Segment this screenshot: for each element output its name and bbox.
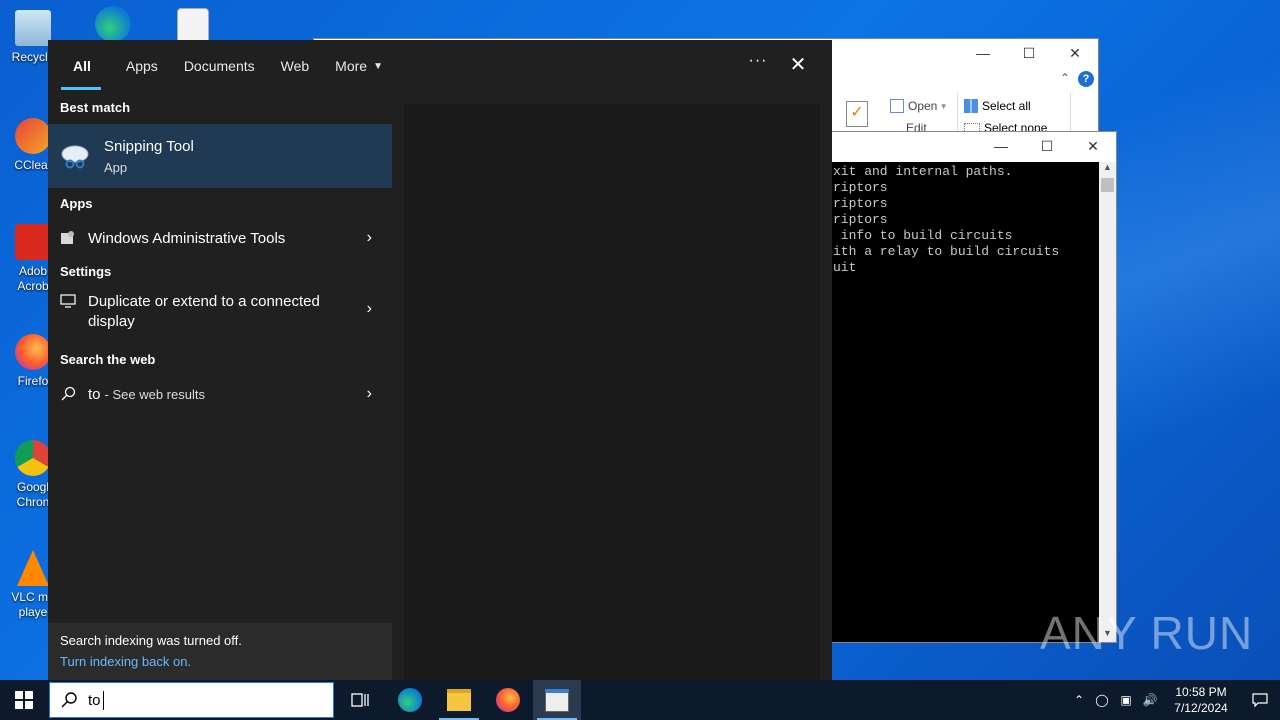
- apps-heading: Apps: [60, 196, 93, 211]
- system-tray: ⌃ ◯ ▣ 🔊 10:58 PM 7/12/2024: [1068, 680, 1280, 720]
- display-icon: [48, 288, 88, 308]
- taskbar-firefox[interactable]: [484, 680, 532, 720]
- settings-result-label: Duplicate or extend to a connected displ…: [88, 293, 320, 330]
- start-button[interactable]: [0, 680, 48, 720]
- close-search-button[interactable]: ✕: [784, 52, 812, 80]
- vlc-icon: [17, 550, 49, 586]
- chevron-right-icon[interactable]: ›: [367, 229, 372, 247]
- turn-indexing-on-link[interactable]: Turn indexing back on.: [60, 654, 191, 669]
- tab-more[interactable]: More ▼: [322, 40, 396, 92]
- search-web-heading: Search the web: [60, 352, 156, 367]
- settings-result-item[interactable]: Duplicate or extend to a connected displ…: [48, 288, 392, 336]
- search-tabs: All Apps Documents Web More ▼ ··· ✕: [48, 40, 832, 92]
- notifications-button[interactable]: [1240, 692, 1280, 708]
- text-cursor: [103, 691, 104, 710]
- caret-down-icon: ▼: [373, 60, 383, 72]
- taskbar-console[interactable]: [533, 680, 581, 720]
- desktop-icon-label: Adob Acrob: [17, 264, 49, 293]
- tab-web[interactable]: Web: [268, 40, 323, 92]
- taskbar-search-box[interactable]: to: [49, 682, 334, 718]
- search-panel: All Apps Documents Web More ▼ ··· ✕ Best …: [48, 40, 832, 680]
- chevron-right-icon[interactable]: ›: [367, 385, 372, 403]
- best-match-item[interactable]: Snipping Tool App: [48, 124, 392, 188]
- maximize-button[interactable]: ☐: [1024, 132, 1070, 160]
- best-match-subtitle: App: [104, 159, 128, 175]
- chevron-right-icon[interactable]: ›: [367, 300, 372, 318]
- taskbar-file-explorer[interactable]: [435, 680, 483, 720]
- firefox-icon: [496, 688, 520, 712]
- anyrun-watermark: ANY RUN: [1040, 607, 1254, 659]
- firefox-icon: [15, 334, 51, 370]
- open-button[interactable]: Open ▾: [890, 99, 946, 113]
- tab-documents[interactable]: Documents: [171, 40, 268, 92]
- indexing-message: Search indexing was turned off.: [60, 633, 242, 648]
- web-query: to: [88, 385, 101, 403]
- window-controls: — ☐ ✕: [978, 132, 1116, 160]
- snipping-tool-icon: [48, 140, 104, 172]
- volume-icon[interactable]: 🔊: [1138, 693, 1162, 707]
- scroll-thumb[interactable]: [1101, 178, 1114, 192]
- desktop-icon-label: Googl Chron: [16, 480, 50, 509]
- edge-icon: [95, 6, 131, 42]
- open-icon: [890, 99, 904, 113]
- help-icon[interactable]: ?: [1078, 71, 1094, 87]
- properties-icon[interactable]: ✓: [846, 101, 868, 127]
- task-view-icon: [351, 693, 369, 707]
- app-result-label: Windows Administrative Tools: [88, 229, 286, 247]
- console-scrollbar[interactable]: ▲ ▼: [1099, 162, 1116, 642]
- best-match-heading: Best match: [60, 100, 131, 115]
- preview-pane: [404, 104, 820, 680]
- clock-date: 7/12/2024: [1174, 701, 1228, 715]
- open-label: Open: [908, 99, 938, 113]
- select-all-icon: [964, 99, 978, 113]
- notification-icon: [1252, 693, 1268, 708]
- task-view-button[interactable]: [336, 680, 384, 720]
- console-text: xit and internal paths. riptors riptors …: [833, 164, 1060, 275]
- select-all-label: Select all: [982, 99, 1031, 113]
- adobe-acrobat-icon: [15, 224, 51, 260]
- web-result-item[interactable]: to - See web results ›: [48, 376, 392, 412]
- clock-time: 10:58 PM: [1175, 685, 1227, 699]
- meet-now-icon[interactable]: ◯: [1090, 693, 1114, 707]
- minimize-button[interactable]: —: [960, 39, 1006, 67]
- recycle-bin-icon: [15, 10, 51, 46]
- console-app-icon: [545, 688, 569, 712]
- desktop-icon-label: Firefo: [17, 374, 49, 388]
- search-icon: [48, 386, 88, 402]
- best-match-title: Snipping Tool: [104, 137, 194, 155]
- more-options-button[interactable]: ···: [740, 52, 776, 80]
- desktop-icon-label: CClear: [14, 158, 52, 172]
- maximize-button[interactable]: ☐: [1006, 39, 1052, 67]
- app-result-item[interactable]: Windows Administrative Tools ›: [48, 220, 392, 256]
- web-suffix: - See web results: [104, 386, 205, 402]
- clock[interactable]: 10:58 PM 7/12/2024: [1162, 684, 1240, 716]
- taskbar-edge[interactable]: [386, 680, 434, 720]
- folder-icon: [447, 689, 471, 711]
- collapse-ribbon-icon[interactable]: ⌃: [1060, 71, 1070, 85]
- ccleaner-icon: [15, 118, 51, 154]
- scroll-up-arrow[interactable]: ▲: [1099, 162, 1116, 176]
- minimize-button[interactable]: —: [978, 132, 1024, 160]
- windows-logo-icon: [15, 691, 33, 709]
- tab-all[interactable]: All: [48, 40, 104, 92]
- close-button[interactable]: ✕: [1070, 132, 1116, 160]
- admin-tools-icon: [48, 230, 88, 246]
- show-hidden-icons-button[interactable]: ⌃: [1068, 693, 1090, 707]
- close-button[interactable]: ✕: [1052, 39, 1098, 67]
- network-icon[interactable]: ▣: [1114, 693, 1138, 707]
- search-footer: Search indexing was turned off. Turn ind…: [48, 623, 392, 680]
- search-icon: [61, 692, 77, 708]
- tab-apps[interactable]: Apps: [104, 40, 171, 92]
- settings-heading: Settings: [60, 264, 112, 279]
- edge-icon: [398, 688, 422, 712]
- window-controls: — ☐ ✕: [960, 39, 1098, 67]
- search-query-text: to: [88, 692, 101, 709]
- select-all-button[interactable]: Select all: [964, 99, 1031, 113]
- chrome-icon: [15, 440, 51, 476]
